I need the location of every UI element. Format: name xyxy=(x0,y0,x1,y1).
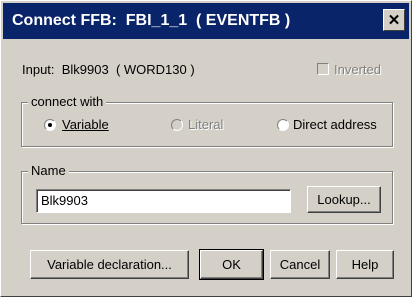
name-group: Name Blk9903 Lookup... xyxy=(21,163,393,224)
help-label: Help xyxy=(351,257,379,272)
connect-ffb-dialog: Connect FFB: FBI_1_1 ( EVENTFB ) ✕ Input… xyxy=(0,0,412,297)
radio-variable[interactable]: Variable xyxy=(44,117,129,133)
radio-literal-label: Literal xyxy=(188,117,224,132)
name-input-value: Blk9903 xyxy=(41,193,88,208)
lookup-button-label: Lookup... xyxy=(317,192,371,207)
title-bar[interactable]: Connect FFB: FBI_1_1 ( EVENTFB ) ✕ xyxy=(3,3,409,39)
close-icon: ✕ xyxy=(387,11,401,29)
radio-direct-address[interactable]: Direct address xyxy=(277,117,392,133)
ok-label: OK xyxy=(222,257,241,272)
dialog-title: Connect FFB: FBI_1_1 ( EVENTFB ) xyxy=(12,12,291,29)
variable-declaration-button[interactable]: Variable declaration... xyxy=(30,250,189,279)
connect-with-legend: connect with xyxy=(28,94,107,109)
ok-button[interactable]: OK xyxy=(199,249,264,280)
name-legend: Name xyxy=(28,163,69,178)
radio-literal[interactable]: Literal xyxy=(171,117,241,133)
lookup-button[interactable]: Lookup... xyxy=(307,186,381,213)
inverted-checkbox[interactable]: Inverted xyxy=(317,62,397,78)
name-input[interactable]: Blk9903 xyxy=(36,189,291,213)
radio-literal-button[interactable] xyxy=(171,119,183,131)
help-button[interactable]: Help xyxy=(336,250,394,279)
radio-direct-address-label: Direct address xyxy=(293,117,377,132)
variable-declaration-label: Variable declaration... xyxy=(47,257,172,272)
inverted-label: Inverted xyxy=(334,62,381,77)
close-button[interactable]: ✕ xyxy=(383,9,405,31)
radio-direct-address-button[interactable] xyxy=(277,119,289,131)
radio-variable-button[interactable] xyxy=(44,119,56,131)
cancel-label: Cancel xyxy=(279,257,321,272)
connect-with-group: connect with Variable Literal Direct add… xyxy=(21,94,393,147)
radio-variable-label: Variable xyxy=(62,117,109,132)
input-info-label: Input: Blk9903 ( WORD130 ) xyxy=(22,62,195,77)
inverted-checkbox-box[interactable] xyxy=(317,63,329,75)
cancel-button[interactable]: Cancel xyxy=(270,250,330,279)
